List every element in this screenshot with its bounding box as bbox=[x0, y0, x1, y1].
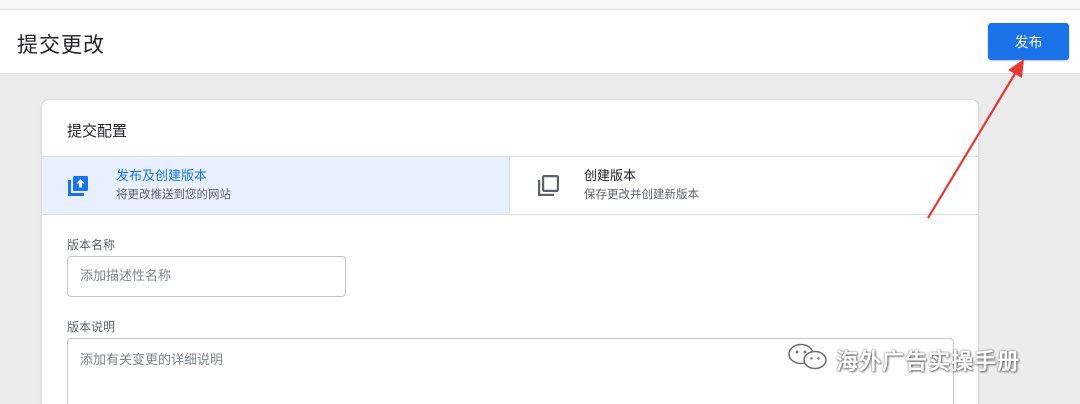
version-description-label: 版本说明 bbox=[67, 320, 116, 334]
option-publish-and-create-version[interactable]: 发布及创建版本 将更改推送到您的网站 bbox=[42, 157, 510, 214]
publish-button[interactable]: 发布 bbox=[988, 23, 1069, 60]
version-name-input[interactable] bbox=[67, 256, 346, 297]
publish-upload-icon bbox=[66, 174, 90, 198]
option-title: 创建版本 bbox=[584, 169, 637, 184]
top-edge bbox=[0, 0, 1080, 10]
copy-version-icon bbox=[536, 174, 560, 198]
option-subtitle: 将更改推送到您的网站 bbox=[116, 187, 231, 201]
wechat-icon bbox=[786, 342, 830, 378]
option-publish-text: 发布及创建版本 将更改推送到您的网站 bbox=[116, 168, 231, 202]
version-name-label: 版本名称 bbox=[67, 238, 116, 252]
watermark: 海外广告实操手册 bbox=[786, 342, 1020, 378]
page-title: 提交更改 bbox=[17, 33, 105, 57]
option-subtitle: 保存更改并创建新版本 bbox=[584, 187, 699, 201]
submission-options: 发布及创建版本 将更改推送到您的网站 创建版本 保存更改并创建新版本 bbox=[42, 156, 978, 215]
page-header: 提交更改 发布 bbox=[0, 10, 1080, 74]
watermark-text: 海外广告实操手册 bbox=[836, 350, 1021, 375]
option-create-version[interactable]: 创建版本 保存更改并创建新版本 bbox=[510, 157, 978, 214]
option-title: 发布及创建版本 bbox=[116, 169, 208, 184]
option-create-text: 创建版本 保存更改并创建新版本 bbox=[584, 168, 699, 202]
card-title: 提交配置 bbox=[67, 122, 128, 140]
